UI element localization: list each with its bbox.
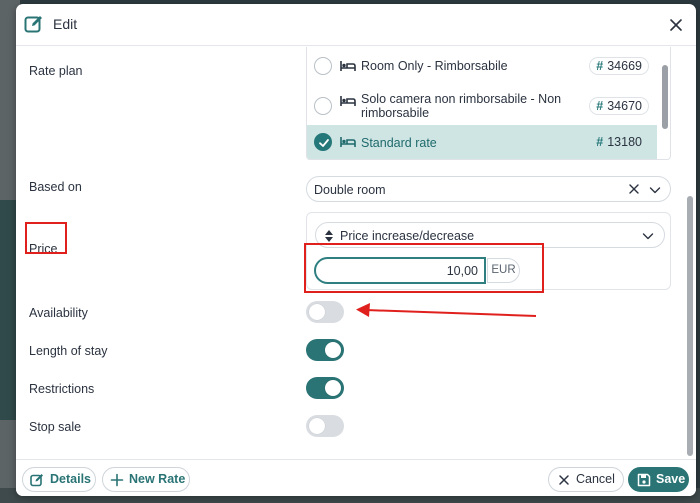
- availability-toggle[interactable]: [306, 301, 344, 323]
- bed-icon: [340, 137, 356, 147]
- rate-plan-item-selected[interactable]: Standard rate #13180: [307, 125, 657, 159]
- details-label: Details: [50, 472, 91, 486]
- hash-icon: #: [596, 59, 604, 73]
- edit-icon: [24, 16, 42, 33]
- modal-title: Edit: [53, 16, 78, 32]
- toggle-knob: [309, 418, 325, 434]
- rate-plan-radio-checked[interactable]: [314, 133, 332, 151]
- restrictions-label: Restrictions: [29, 382, 95, 396]
- rate-plan-name: Room Only - Rimborsabile: [361, 59, 508, 73]
- save-label: Save: [656, 472, 686, 486]
- plus-icon: [110, 473, 124, 487]
- toggle-knob: [325, 380, 341, 396]
- cancel-button[interactable]: Cancel: [548, 467, 624, 492]
- rate-plan-code: 34670: [607, 99, 642, 113]
- rate-plan-label: Rate plan: [29, 64, 83, 78]
- new-rate-label: New Rate: [129, 472, 186, 486]
- rate-plan-code-badge: #34670: [589, 97, 649, 115]
- sort-icon: [325, 230, 333, 242]
- rate-plan-list: Room Only - Rimborsabile #34669 Solo cam…: [306, 47, 671, 160]
- based-on-label: Based on: [29, 180, 82, 194]
- annotation-box-price-input: [304, 243, 544, 293]
- modal-footer: Details New Rate Cancel Save: [16, 459, 696, 496]
- bed-icon: [340, 61, 356, 71]
- save-icon: [637, 473, 651, 487]
- new-rate-button[interactable]: New Rate: [102, 467, 190, 492]
- modal-scrollbar[interactable]: [687, 196, 693, 456]
- clear-icon[interactable]: [628, 183, 640, 195]
- stop-sale-label: Stop sale: [29, 420, 82, 434]
- annotation-arrow-icon: [356, 303, 537, 317]
- chevron-down-icon[interactable]: [649, 185, 661, 195]
- length-of-stay-label: Length of stay: [29, 344, 108, 358]
- rate-plan-code: 13180: [607, 135, 642, 149]
- rate-plan-name: Standard rate: [361, 136, 437, 150]
- stop-sale-toggle[interactable]: [306, 415, 344, 437]
- length-of-stay-toggle[interactable]: [306, 339, 344, 361]
- hash-icon: #: [596, 99, 604, 113]
- modal-header: Edit: [16, 4, 696, 46]
- toggle-knob: [309, 304, 325, 320]
- chevron-down-icon[interactable]: [642, 231, 654, 241]
- rate-plan-code: 34669: [607, 59, 642, 73]
- restrictions-toggle[interactable]: [306, 377, 344, 399]
- rate-plan-radio[interactable]: [314, 97, 332, 115]
- details-button[interactable]: Details: [22, 467, 96, 492]
- annotation-box-price-label: [25, 222, 67, 254]
- edit-icon: [30, 474, 43, 487]
- rate-plan-code-badge: #34669: [589, 57, 649, 75]
- rate-plan-item[interactable]: Room Only - Rimborsabile #34669: [307, 47, 657, 86]
- close-icon[interactable]: [666, 15, 686, 35]
- rate-list-scrollbar[interactable]: [662, 65, 668, 129]
- check-icon: [319, 139, 329, 147]
- cancel-label: Cancel: [576, 472, 615, 486]
- rate-plan-code-badge: #13180: [589, 133, 649, 151]
- edit-modal: Edit Rate plan Based on Price Availabili…: [16, 4, 696, 496]
- based-on-select[interactable]: Double room: [306, 176, 671, 202]
- hash-icon: #: [596, 135, 604, 149]
- availability-label: Availability: [29, 306, 88, 320]
- toggle-knob: [325, 342, 341, 358]
- bed-icon: [340, 96, 356, 106]
- close-icon: [559, 475, 569, 485]
- save-button[interactable]: Save: [628, 467, 689, 492]
- based-on-value: Double room: [314, 183, 386, 197]
- price-type-value: Price increase/decrease: [340, 229, 475, 243]
- rate-plan-name: Solo camera non rimborsabile - Non rimbo…: [361, 92, 562, 120]
- rate-plan-item[interactable]: Solo camera non rimborsabile - Non rimbo…: [307, 86, 657, 125]
- rate-plan-radio[interactable]: [314, 57, 332, 75]
